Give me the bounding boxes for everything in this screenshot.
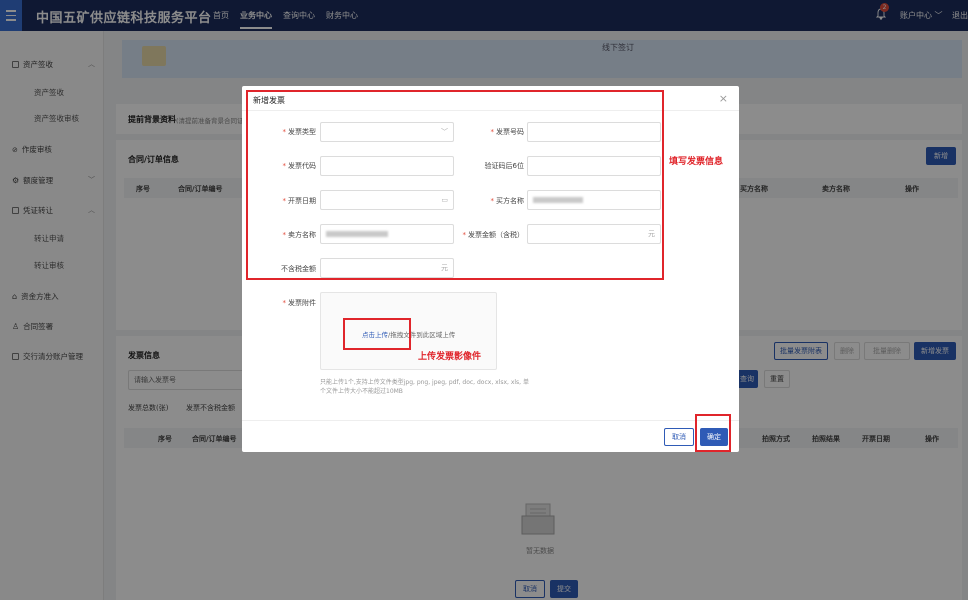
annotation-box-confirm: [695, 414, 731, 452]
dialog-footer-divider: [242, 420, 739, 421]
upload-hint: 只能上传1个,支持上传文件类型jpg, png, jpeg, pdf, doc,…: [320, 379, 529, 395]
dialog-cancel-button[interactable]: 取消: [664, 428, 694, 446]
close-icon[interactable]: ×: [719, 92, 728, 105]
annotation-box-form: [246, 90, 664, 280]
annotation-upload-image: 上传发票影像件: [418, 352, 482, 362]
attachment-label: * 发票附件: [282, 299, 317, 307]
annotation-box-upload: [343, 318, 411, 350]
annotation-fill-info: 填写发票信息: [669, 157, 724, 167]
